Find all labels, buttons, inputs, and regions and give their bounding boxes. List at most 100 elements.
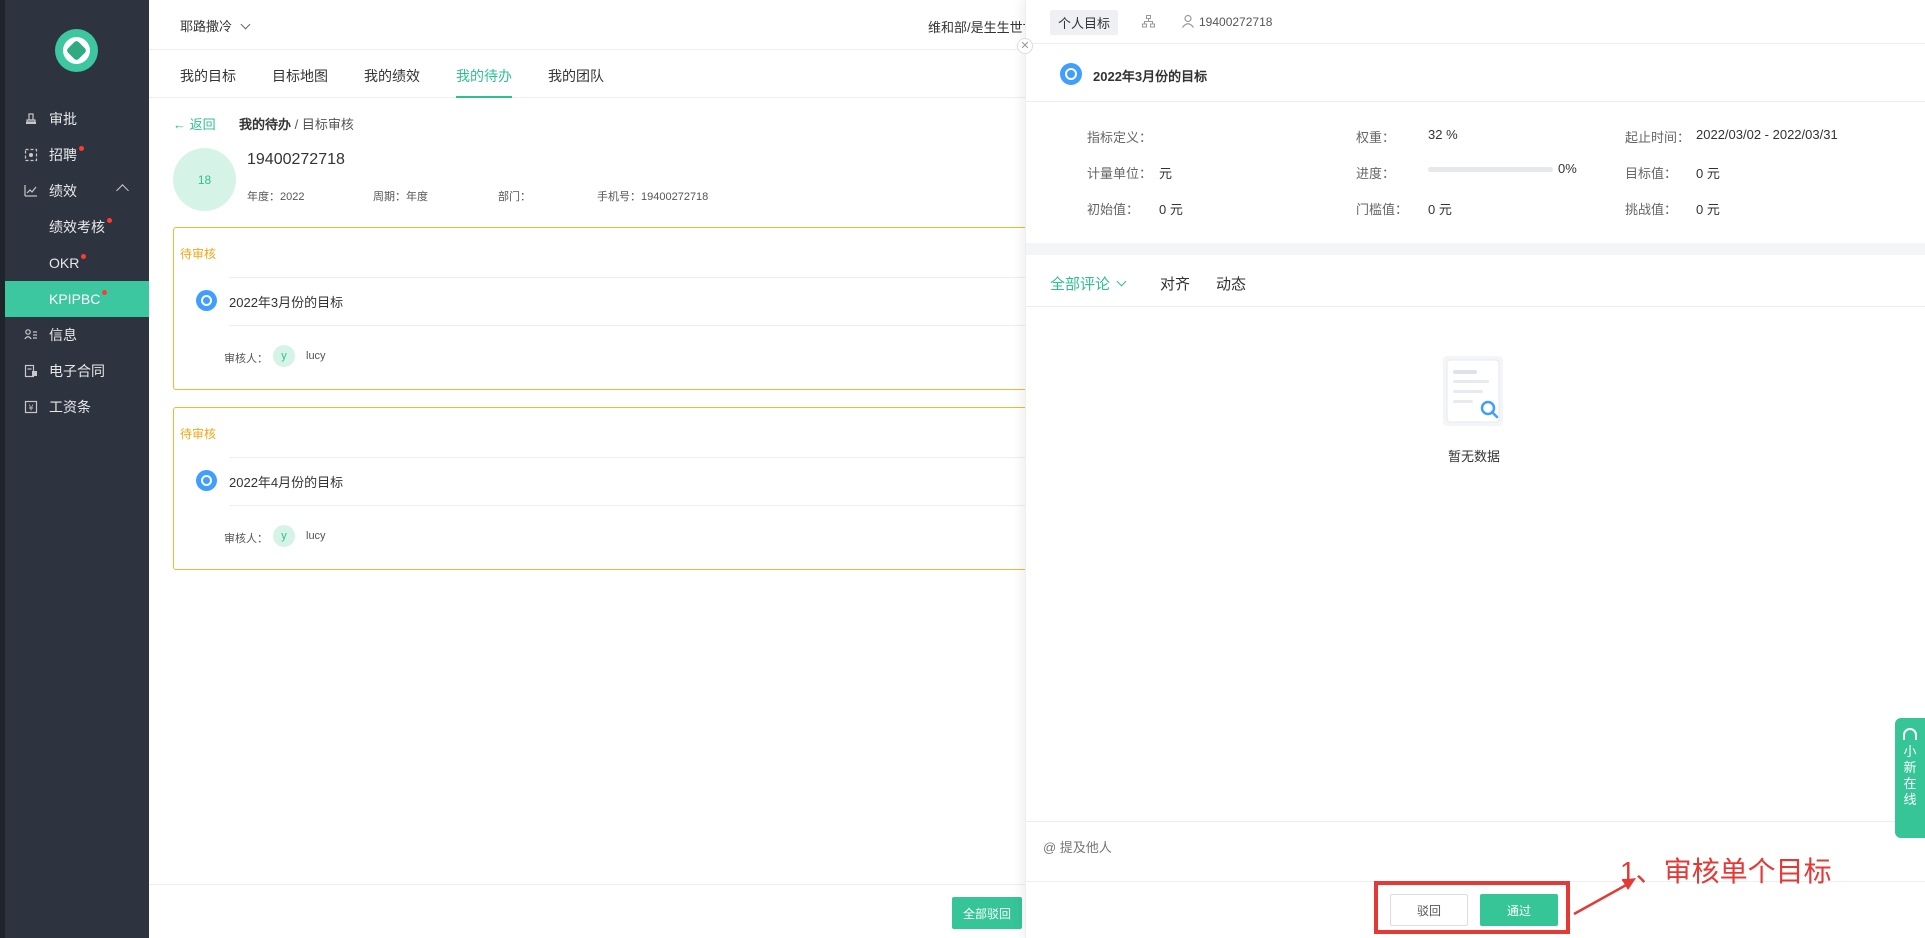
svg-text:¥: ¥ [28,404,33,413]
unit-label: 计量单位： [1087,166,1153,181]
online-service-char: 新 [1903,760,1917,775]
approve-button[interactable]: 通过 [1480,894,1558,926]
reviewer-name: lucy [306,530,326,542]
app-logo[interactable] [55,29,98,72]
initial-label: 初始值： [1087,202,1140,217]
tab-my-team[interactable]: 我的团队 [548,66,604,86]
sidebar-item-performance-review[interactable]: 绩效考核 [5,209,149,245]
mention-input[interactable] [1043,840,1443,855]
status-badge: 待审核 [180,247,217,261]
notification-dot [107,217,112,223]
drawer-goal-title: 2022年3月份的目标 [1093,69,1208,84]
progress-bar [1428,167,1553,172]
target-label: 目标值： [1625,166,1678,181]
weight-value: 32 % [1428,127,1458,142]
sidebar-item-label: 招聘 [49,147,77,163]
reviewer-avatar: y [273,345,295,367]
target-icon [1060,63,1082,85]
tab-all-comments[interactable]: 全部评论 [1050,273,1127,294]
weight-label: 权重： [1356,130,1396,145]
sidebar-item-okr[interactable]: OKR [5,245,149,281]
sidebar-item-label: 工资条 [49,399,91,415]
target-value: 0 元 [1696,166,1720,181]
unit-value: 元 [1159,166,1173,181]
sidebar-item-label: 电子合同 [49,363,105,379]
sidebar-item-contract[interactable]: 电子合同 [5,353,149,389]
sidebar-item-recruit[interactable]: 招聘 [5,137,149,173]
goal-title[interactable]: 2022年3月份的目标 [229,292,343,311]
tab-activity[interactable]: 动态 [1216,273,1246,294]
empty-data-illustration [1443,356,1503,426]
contract-icon [23,363,39,379]
reject-button[interactable]: 驳回 [1390,894,1468,926]
sidebar-item-label: 绩效考核 [49,219,105,235]
tab-personal-goal[interactable]: 个人目标 [1050,10,1119,35]
tab-my-performance[interactable]: 我的绩效 [364,66,420,86]
tab-align[interactable]: 对齐 [1160,273,1190,294]
divider [229,325,1032,326]
divider [229,277,1032,278]
org-chart-icon[interactable] [1142,15,1155,28]
department-label: 维和部/是生生世世 [928,20,1028,35]
time-label: 起止时间： [1625,130,1691,145]
tab-my-goals[interactable]: 我的目标 [180,66,236,86]
notification-dot [102,289,108,295]
goal-card[interactable]: 待审核 2022年3月份的目标 审核人： y lucy [173,227,1033,390]
company-selector[interactable]: 耶路撒冷 [180,16,251,35]
chart-line-icon [23,183,39,199]
initial-value: 0 元 [1159,202,1183,217]
user-id: 19400272718 [247,151,345,168]
user-dept: 部门： [498,191,531,203]
online-service-char: 线 [1903,792,1917,807]
tab-goal-map[interactable]: 目标地图 [272,66,328,86]
user-year: 年度：2022 [247,191,305,203]
bottom-action-bar: 全部驳回 [149,884,1025,938]
divider [1026,101,1925,102]
info-user-icon [23,327,39,343]
notification-dot [81,253,87,259]
reviewer-avatar: y [273,525,295,547]
section-divider [1026,243,1925,255]
goal-detail-drawer: 个人目标 19400272718 2022年3月份的目标 指标定义： 权重： 3… [1025,0,1925,938]
sidebar-item-performance[interactable]: 绩效 [5,173,149,209]
sidebar-item-label: 信息 [49,327,77,343]
user-icon [1182,14,1194,28]
breadcrumb-parent[interactable]: 我的待办 [239,117,291,132]
challenge-value: 0 元 [1696,202,1720,217]
online-service-char: 在 [1903,776,1917,791]
chevron-up-icon [116,184,129,197]
divider [229,457,1032,458]
target-icon [196,470,217,491]
sidebar-item-approval[interactable]: 审批 [5,101,149,137]
sidebar-item-label: 绩效 [49,183,77,199]
sidebar-item-payslip[interactable]: ¥ 工资条 [5,389,149,425]
user-period: 周期：年度 [373,191,428,203]
sidebar-item-label: 审批 [49,111,77,127]
back-link[interactable]: ← 返回 [173,114,216,133]
recruit-icon [23,147,39,163]
chevron-down-icon [1116,276,1127,287]
user-phone: 手机号：19400272718 [597,191,709,203]
reject-all-button[interactable]: 全部驳回 [952,897,1022,929]
sidebar-item-kpipbc[interactable]: KPIPBC [5,281,149,317]
sidebar-item-label: KPIPBC [49,291,101,307]
target-icon [196,290,217,311]
drawer-tabs: 个人目标 19400272718 [1026,0,1925,44]
company-name: 耶路撒冷 [180,19,233,34]
user-avatar: 18 [173,148,236,211]
breadcrumb-current: 目标审核 [301,117,354,132]
progress-value: 0% [1558,161,1577,176]
online-service-button[interactable]: 小 新 在 线 [1895,718,1925,838]
empty-state-text: 暂无数据 [1448,449,1501,464]
progress-label: 进度： [1356,166,1396,181]
goal-title[interactable]: 2022年4月份的目标 [229,472,343,491]
divider [229,505,1032,506]
stamp-icon [23,111,39,127]
sidebar-item-info[interactable]: 信息 [5,317,149,353]
status-badge: 待审核 [180,427,217,441]
challenge-label: 挑战值： [1625,202,1678,217]
tab-my-todo[interactable]: 我的待办 [456,66,512,98]
time-value: 2022/03/02 - 2022/03/31 [1696,127,1838,142]
close-drawer-icon[interactable]: ✕ [1017,38,1033,54]
goal-card[interactable]: 待审核 2022年4月份的目标 审核人： y lucy [173,407,1033,570]
